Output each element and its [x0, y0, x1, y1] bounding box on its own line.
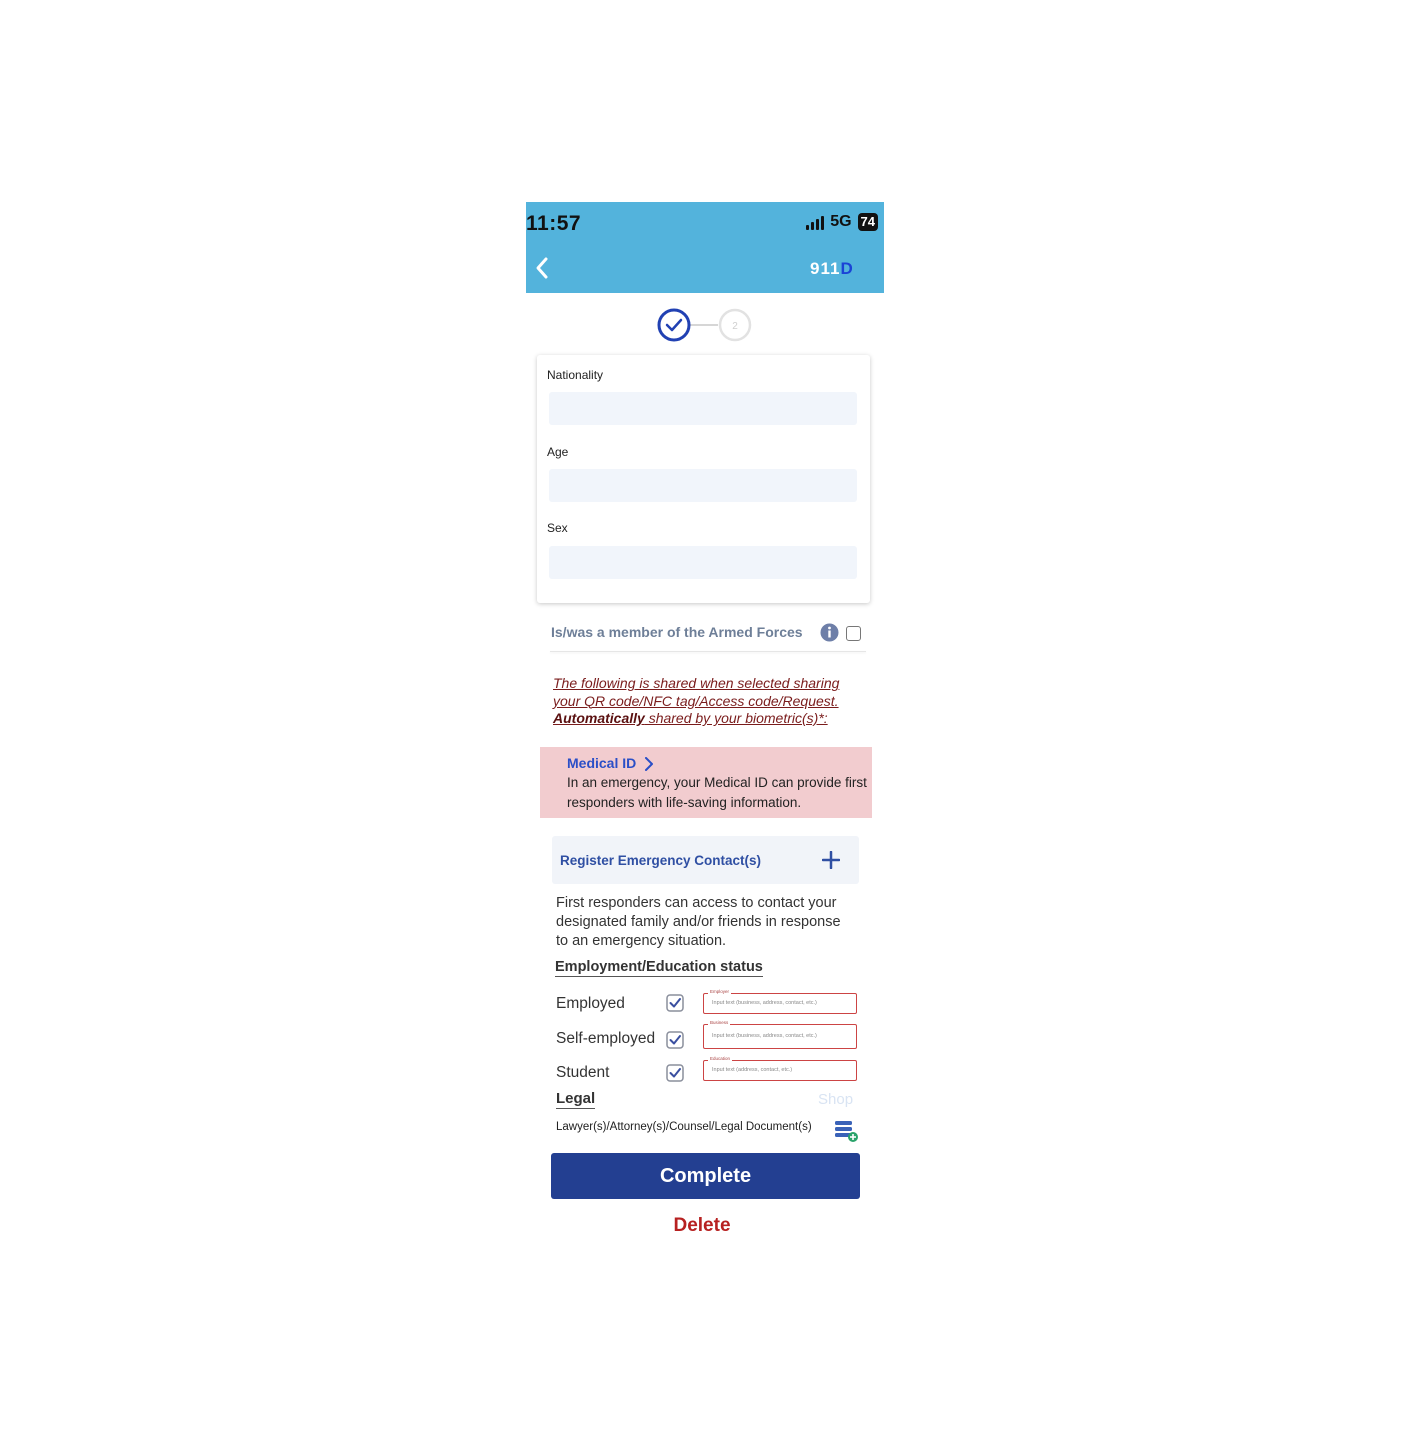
delete-button[interactable]: Delete [652, 1215, 752, 1237]
age-input[interactable] [549, 469, 857, 502]
employer-field-label: Employer [708, 989, 732, 995]
divider [550, 651, 866, 652]
employer-placeholder: Input text (business, address, contact, … [712, 1000, 817, 1006]
progress-stepper: 2 [657, 308, 752, 342]
self-employed-label: Self-employed [556, 1030, 656, 1047]
chevron-left-icon [536, 257, 548, 279]
brand-suffix: D [840, 259, 854, 278]
status-indicators: 5G 74 [806, 213, 878, 231]
brand-text: 911 [810, 259, 841, 278]
shop-link[interactable]: Shop [818, 1091, 853, 1108]
business-input[interactable]: Business Input text (business, address, … [703, 1020, 857, 1049]
employed-checkbox[interactable] [666, 994, 684, 1012]
step-2-label: 2 [732, 321, 738, 332]
battery-icon: 74 [857, 213, 878, 231]
student-checkbox[interactable] [666, 1064, 684, 1082]
nationality-input[interactable] [549, 392, 857, 425]
armed-forces-checkbox[interactable] [846, 626, 861, 641]
employer-input[interactable]: Employer Input text (business, address, … [703, 989, 857, 1014]
medical-id-description: In an emergency, your Medical ID can pro… [567, 775, 867, 810]
legal-documents-label: Lawyer(s)/Attorney(s)/Counsel/Legal Docu… [556, 1121, 812, 1133]
signal-icon [806, 215, 825, 230]
business-field-label: Business [708, 1020, 731, 1026]
legal-section-title: Legal [556, 1090, 596, 1109]
step-2[interactable]: 2 [718, 308, 752, 342]
student-label: Student [556, 1064, 610, 1081]
business-placeholder: Input text (business, address, contact, … [712, 1033, 817, 1039]
complete-button[interactable]: Complete [551, 1153, 860, 1199]
step-1-complete[interactable] [657, 308, 691, 342]
armed-forces-label: Is/was a member of the Armed Forces [551, 624, 803, 640]
education-placeholder: Input text (address, contact, etc.) [712, 1067, 793, 1073]
back-button[interactable] [532, 255, 554, 281]
register-emergency-contact-label[interactable]: Register Emergency Contact(s) [560, 853, 761, 868]
network-type: 5G [830, 213, 852, 230]
sex-label: Sex [547, 521, 568, 535]
emergency-description: First responders can access to contact y… [556, 895, 841, 949]
employment-section-title: Employment/Education status [555, 959, 763, 977]
app-header: 11:57 5G 74 911D [526, 202, 884, 293]
info-icon[interactable] [820, 623, 839, 642]
sharing-notice: The following is shared when selected sh… [553, 675, 863, 728]
employed-label: Employed [556, 995, 625, 1012]
self-employed-checkbox[interactable] [666, 1031, 684, 1049]
app-screen: 11:57 5G 74 911D 2 Nationality Age Sex I… [526, 202, 884, 1247]
personal-info-card: Nationality Age Sex [537, 355, 870, 603]
sex-input[interactable] [549, 546, 857, 579]
sharing-notice-text: The following is shared when selected sh… [553, 675, 840, 709]
chevron-right-icon[interactable] [644, 757, 654, 771]
add-database-icon[interactable] [834, 1119, 860, 1143]
sharing-notice-bold: Automatically [553, 710, 645, 726]
age-label: Age [547, 445, 569, 459]
education-input[interactable]: Education Input text (address, contact, … [703, 1056, 857, 1081]
nationality-label: Nationality [547, 368, 604, 382]
brand-logo: 911D [810, 259, 854, 279]
status-time: 11:57 [526, 212, 582, 235]
plus-icon[interactable] [822, 851, 840, 869]
education-field-label: Education [708, 1056, 733, 1062]
sharing-notice-rest: shared by your biometric(s)*: [644, 710, 828, 726]
medical-id-title[interactable]: Medical ID [567, 755, 636, 771]
